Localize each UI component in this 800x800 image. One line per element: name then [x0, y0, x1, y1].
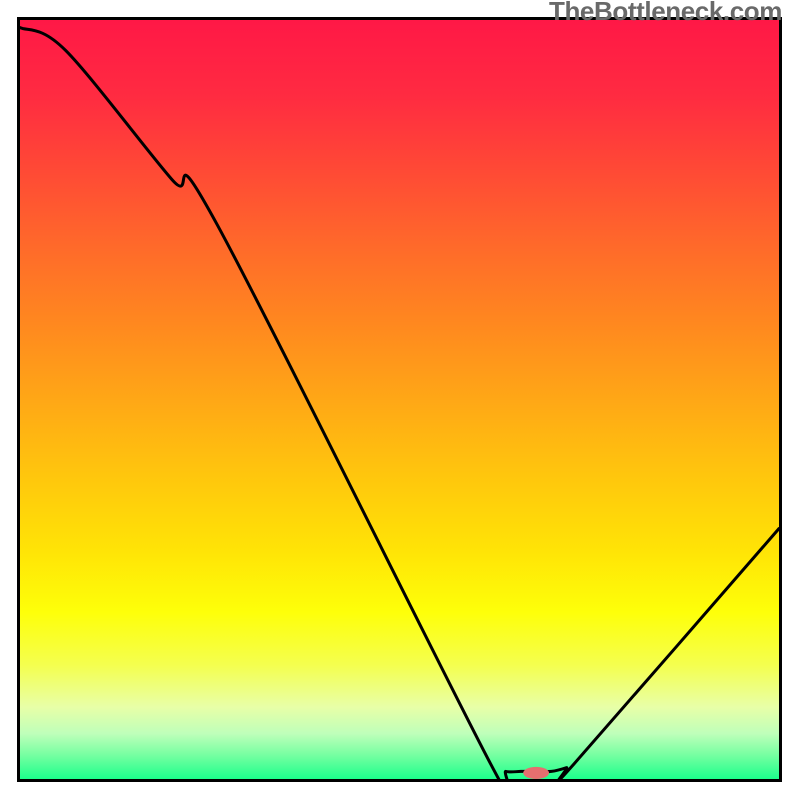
- chart-frame: [17, 17, 782, 782]
- optimal-point-marker: [523, 767, 549, 779]
- watermark-text: TheBottleneck.com: [549, 0, 782, 27]
- bottleneck-chart: [20, 20, 779, 779]
